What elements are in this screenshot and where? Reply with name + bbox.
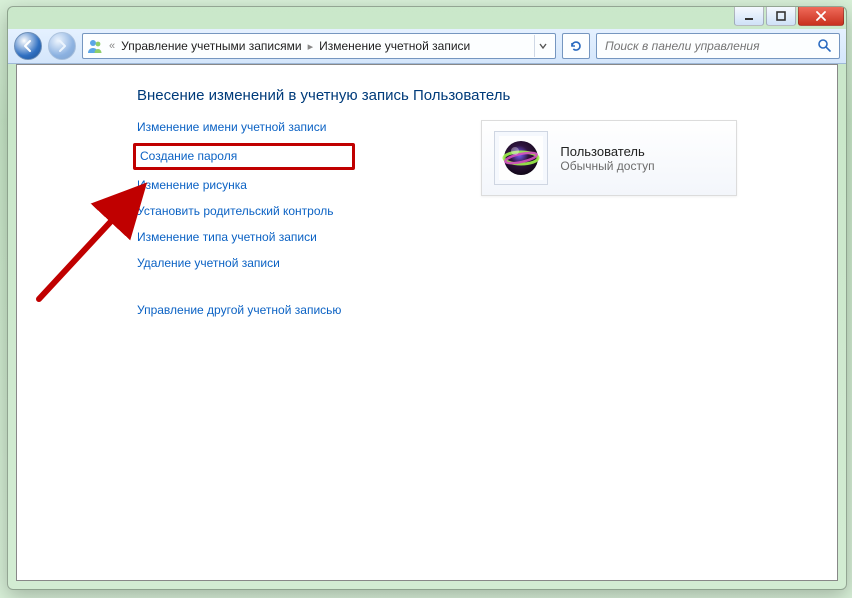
link-manage-other[interactable]: Управление другой учетной записью bbox=[137, 303, 341, 318]
link-change-name[interactable]: Изменение имени учетной записи bbox=[137, 120, 341, 135]
breadcrumb-chevron-icon: « bbox=[109, 40, 115, 52]
link-delete-account[interactable]: Удаление учетной записи bbox=[137, 256, 341, 271]
user-card: Пользователь Обычный доступ bbox=[481, 120, 737, 196]
maximize-button[interactable] bbox=[766, 7, 796, 26]
account-actions-list: Изменение имени учетной записи Создание … bbox=[137, 120, 341, 318]
link-change-picture[interactable]: Изменение рисунка bbox=[137, 178, 341, 193]
refresh-button[interactable] bbox=[562, 33, 590, 59]
user-accounts-icon bbox=[87, 38, 103, 54]
search-box[interactable] bbox=[596, 33, 840, 59]
breadcrumb-segment[interactable]: Изменение учетной записи bbox=[319, 39, 470, 53]
user-role: Обычный доступ bbox=[560, 159, 654, 173]
link-change-type[interactable]: Изменение типа учетной записи bbox=[137, 230, 341, 245]
forward-button[interactable] bbox=[48, 32, 76, 60]
navbar: « Управление учетными записями ▸ Изменен… bbox=[8, 29, 846, 64]
minimize-button[interactable] bbox=[734, 7, 764, 26]
control-panel-window: « Управление учетными записями ▸ Изменен… bbox=[7, 6, 847, 590]
breadcrumb-separator-icon: ▸ bbox=[308, 40, 314, 53]
close-button[interactable] bbox=[798, 7, 844, 26]
address-dropdown-button[interactable] bbox=[534, 35, 551, 57]
link-create-password[interactable]: Создание пароля bbox=[140, 149, 237, 164]
avatar bbox=[494, 131, 548, 185]
back-button[interactable] bbox=[14, 32, 42, 60]
breadcrumb-segment[interactable]: Управление учетными записями bbox=[121, 39, 301, 53]
titlebar bbox=[8, 7, 846, 29]
address-bar[interactable]: « Управление учетными записями ▸ Изменен… bbox=[82, 33, 556, 59]
page-title: Внесение изменений в учетную запись Поль… bbox=[137, 87, 817, 104]
search-input[interactable] bbox=[603, 38, 817, 54]
link-parental-controls[interactable]: Установить родительский контроль bbox=[137, 204, 341, 219]
client-area: Внесение изменений в учетную запись Поль… bbox=[16, 64, 838, 581]
user-name: Пользователь bbox=[560, 144, 654, 159]
search-icon bbox=[817, 38, 833, 54]
